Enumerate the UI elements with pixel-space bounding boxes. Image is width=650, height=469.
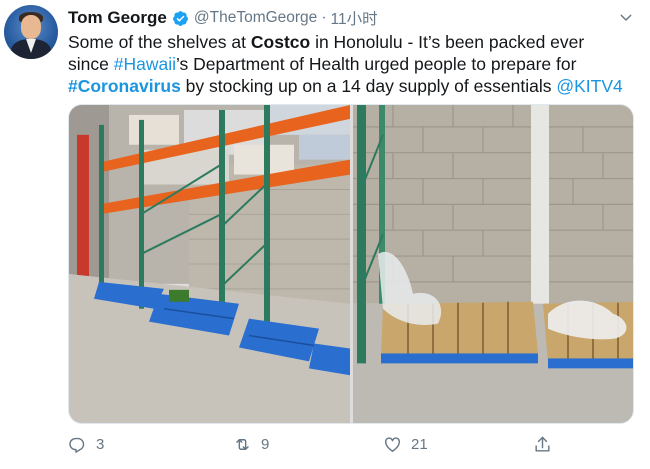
retweet-button[interactable]: 9 <box>233 435 383 454</box>
tweet-text-line-2: since #Hawaii’s Department of Health urg… <box>68 54 577 74</box>
reply-button[interactable]: 3 <box>68 435 233 454</box>
tweet-text-line-3: #Coronavirus by stocking up on a 14 day … <box>68 76 623 96</box>
like-button[interactable]: 21 <box>383 435 533 454</box>
hashtag-coronavirus[interactable]: #Coronavirus <box>68 76 181 96</box>
verified-badge-icon <box>172 10 188 26</box>
tweet-timestamp[interactable]: 11小时 <box>330 7 377 29</box>
tweet-text: Some of the shelves at Costco in Honolul… <box>68 31 643 97</box>
like-count: 21 <box>411 435 428 453</box>
author-handle[interactable]: @TheTomGeorge <box>194 9 317 27</box>
share-button[interactable] <box>533 435 552 454</box>
costco-mention: Costco <box>250 32 311 52</box>
reply-count: 3 <box>96 435 105 453</box>
separator-dot: · <box>321 9 327 26</box>
mention-kitv4[interactable]: @KITV4 <box>556 76 622 96</box>
photo-left-empty-shelves[interactable] <box>69 105 350 423</box>
retweet-count: 9 <box>261 435 270 453</box>
retweet-icon <box>236 438 249 450</box>
author-name[interactable]: Tom George <box>68 8 167 28</box>
photo-right-empty-pallets[interactable] <box>353 105 633 423</box>
tweet: Tom George @TheTomGeorge · 11小时 Some of … <box>0 0 650 469</box>
heart-icon <box>385 436 400 452</box>
reply-icon <box>69 437 85 453</box>
tweet-media <box>68 104 634 424</box>
tweet-actions: 3 9 21 <box>68 430 588 458</box>
tweet-header: Tom George @TheTomGeorge · 11小时 <box>68 7 378 29</box>
chevron-down-icon[interactable] <box>618 10 634 26</box>
hashtag-hawaii[interactable]: #Hawaii <box>114 54 176 74</box>
avatar[interactable] <box>4 5 58 59</box>
share-icon <box>535 436 550 452</box>
tweet-text-line-1: Some of the shelves at Costco in Honolul… <box>68 32 585 52</box>
